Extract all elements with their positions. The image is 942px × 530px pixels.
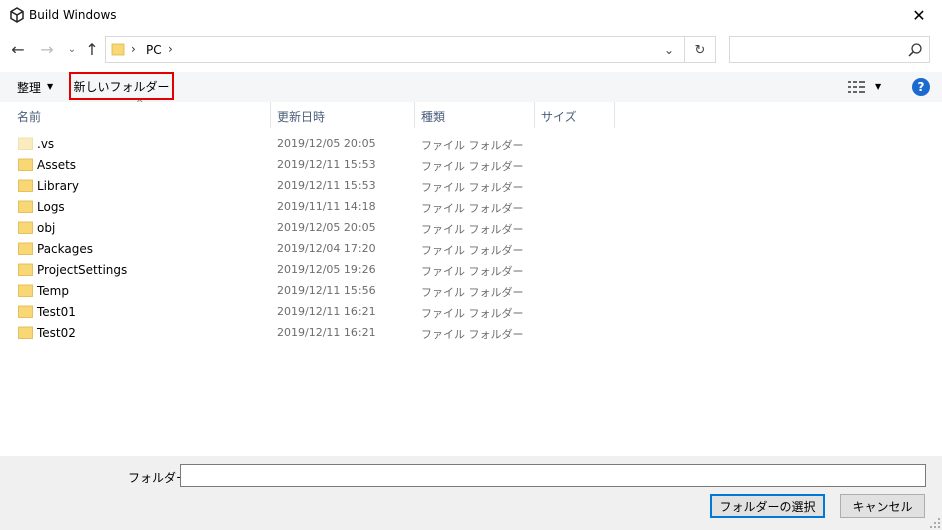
- list-item[interactable]: Library 2019/12/11 15:53 ファイル フォルダー: [0, 176, 942, 197]
- list-item[interactable]: Test02 2019/12/11 16:21 ファイル フォルダー: [0, 323, 942, 344]
- file-name: Test01: [37, 305, 76, 319]
- file-name: ProjectSettings: [37, 263, 128, 277]
- file-name: obj: [37, 221, 56, 235]
- close-button[interactable]: ✕: [896, 0, 942, 30]
- column-type[interactable]: 種類: [421, 108, 445, 125]
- file-type: ファイル フォルダー: [421, 181, 524, 194]
- file-name: Temp: [37, 284, 69, 298]
- file-name: Library: [37, 179, 79, 193]
- folder-icon: [18, 284, 33, 297]
- file-date: 2019/12/11 15:53: [277, 158, 376, 171]
- file-type: ファイル フォルダー: [421, 265, 524, 278]
- file-date: 2019/11/11 14:18: [277, 200, 376, 213]
- column-divider[interactable]: [614, 102, 615, 128]
- unity-logo-icon: [10, 7, 24, 23]
- column-header: ^ 名前 更新日時 種類 サイズ: [0, 99, 942, 128]
- column-size[interactable]: サイズ: [541, 108, 577, 125]
- chevron-down-icon: ⌄: [67, 43, 77, 55]
- file-name: Test02: [37, 326, 76, 340]
- divider: [684, 37, 685, 62]
- file-type: ファイル フォルダー: [421, 244, 524, 257]
- file-name: .vs: [37, 137, 55, 151]
- address-dropdown-button[interactable]: ⌄: [659, 41, 679, 59]
- column-divider[interactable]: [270, 102, 271, 128]
- file-type: ファイル フォルダー: [421, 223, 524, 236]
- title-bar: Build Windows ✕: [0, 0, 942, 30]
- help-icon[interactable]: ?: [912, 78, 930, 96]
- view-options-icon[interactable]: [848, 80, 866, 94]
- list-item[interactable]: Temp 2019/12/11 15:56 ファイル フォルダー: [0, 281, 942, 302]
- folder-icon: [18, 137, 33, 150]
- folder-icon: [18, 242, 33, 255]
- breadcrumb-pc[interactable]: PC: [146, 43, 162, 57]
- resize-grip-icon[interactable]: [930, 518, 940, 528]
- arrow-up-icon: ↑: [85, 39, 99, 59]
- file-date: 2019/12/05 20:05: [277, 221, 376, 234]
- list-item[interactable]: obj 2019/12/05 20:05 ファイル フォルダー: [0, 218, 942, 239]
- file-date: 2019/12/05 20:05: [277, 137, 376, 150]
- refresh-button[interactable]: ↻: [690, 41, 710, 59]
- address-bar[interactable]: › PC › ⌄ ↻: [105, 36, 716, 63]
- up-button[interactable]: ↑: [82, 39, 102, 59]
- folder-icon: [18, 200, 33, 213]
- column-date[interactable]: 更新日時: [277, 108, 325, 125]
- list-item[interactable]: Logs 2019/11/11 14:18 ファイル フォルダー: [0, 197, 942, 218]
- column-name[interactable]: 名前: [17, 108, 41, 125]
- select-folder-button[interactable]: フォルダーの選択: [710, 494, 825, 518]
- breadcrumb-chevron-icon[interactable]: ›: [168, 42, 173, 56]
- arrow-right-icon: →: [40, 39, 54, 59]
- file-type: ファイル フォルダー: [421, 328, 524, 341]
- folder-icon: [18, 305, 33, 318]
- arrow-left-icon: ←: [11, 39, 25, 59]
- column-divider[interactable]: [414, 102, 415, 128]
- sort-ascending-icon: ^: [136, 99, 144, 109]
- list-item[interactable]: Packages 2019/12/04 17:20 ファイル フォルダー: [0, 239, 942, 260]
- navigation-bar: ← → ⌄ ↑ › PC › ⌄ ↻: [0, 30, 942, 70]
- file-type: ファイル フォルダー: [421, 307, 524, 320]
- file-type: ファイル フォルダー: [421, 160, 524, 173]
- breadcrumb-chevron-icon[interactable]: ›: [131, 42, 136, 56]
- folder-icon: [18, 221, 33, 234]
- file-name: Logs: [37, 200, 65, 214]
- file-date: 2019/12/11 15:53: [277, 179, 376, 192]
- back-button[interactable]: ←: [8, 39, 28, 59]
- file-date: 2019/12/11 16:21: [277, 326, 376, 339]
- window-title: Build Windows: [29, 8, 117, 22]
- folder-icon: [111, 43, 125, 56]
- file-list: .vs 2019/12/05 20:05 ファイル フォルダー Assets 2…: [0, 134, 942, 344]
- list-item[interactable]: ProjectSettings 2019/12/05 19:26 ファイル フォ…: [0, 260, 942, 281]
- file-date: 2019/12/05 19:26: [277, 263, 376, 276]
- caret-down-icon[interactable]: ▼: [875, 82, 881, 91]
- command-bar: 整理 ▼ 新しいフォルダー ▼ ?: [0, 72, 942, 102]
- cancel-button[interactable]: キャンセル: [840, 494, 925, 518]
- chevron-down-icon: ⌄: [663, 43, 675, 57]
- recent-locations-button[interactable]: ⌄: [62, 39, 82, 59]
- search-icon: [908, 43, 922, 57]
- file-type: ファイル フォルダー: [421, 139, 524, 152]
- folder-field[interactable]: [180, 464, 926, 487]
- file-date: 2019/12/04 17:20: [277, 242, 376, 255]
- column-divider[interactable]: [534, 102, 535, 128]
- search-input[interactable]: [729, 36, 930, 63]
- folder-icon: [18, 326, 33, 339]
- file-name: Packages: [37, 242, 93, 256]
- folder-icon: [18, 263, 33, 276]
- new-folder-button[interactable]: 新しいフォルダー: [69, 72, 174, 100]
- file-type: ファイル フォルダー: [421, 202, 524, 215]
- file-name: Assets: [37, 158, 77, 172]
- list-item[interactable]: Assets 2019/12/11 15:53 ファイル フォルダー: [0, 155, 942, 176]
- file-date: 2019/12/11 15:56: [277, 284, 376, 297]
- dialog-footer: フォルダー: フォルダーの選択 キャンセル: [0, 456, 942, 530]
- forward-button[interactable]: →: [37, 39, 57, 59]
- caret-down-icon[interactable]: ▼: [47, 82, 53, 91]
- list-item[interactable]: .vs 2019/12/05 20:05 ファイル フォルダー: [0, 134, 942, 155]
- folder-icon: [18, 179, 33, 192]
- close-icon: ✕: [912, 5, 926, 25]
- folder-icon: [18, 158, 33, 171]
- organize-menu[interactable]: 整理: [17, 79, 41, 96]
- file-date: 2019/12/11 16:21: [277, 305, 376, 318]
- file-type: ファイル フォルダー: [421, 286, 524, 299]
- list-item[interactable]: Test01 2019/12/11 16:21 ファイル フォルダー: [0, 302, 942, 323]
- refresh-icon: ↻: [694, 42, 706, 58]
